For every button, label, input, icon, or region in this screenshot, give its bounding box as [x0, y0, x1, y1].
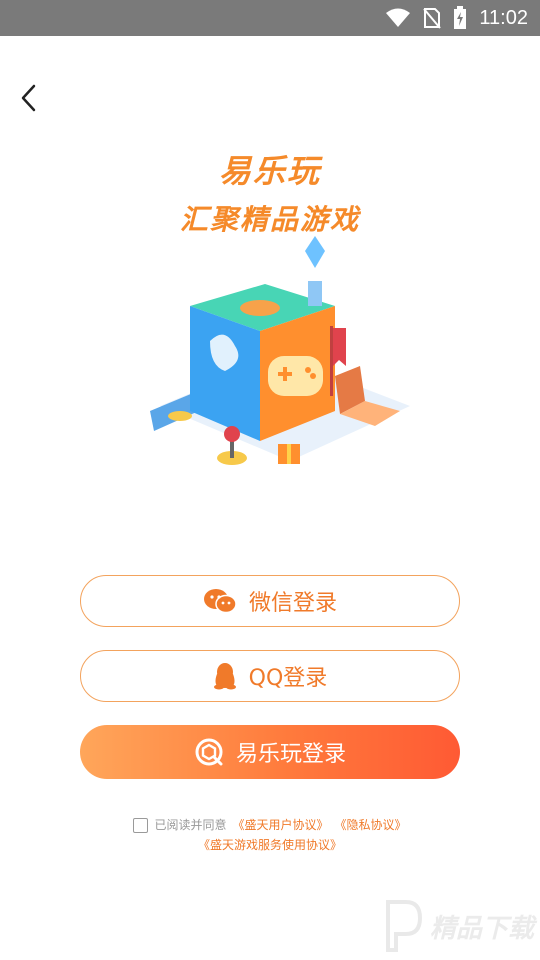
qq-penguin-icon	[213, 663, 236, 690]
hero-title: 易乐玩 汇聚精品游戏	[0, 146, 540, 238]
back-button[interactable]	[18, 82, 46, 114]
wifi-icon	[386, 8, 411, 27]
clock: 11:02	[479, 6, 528, 29]
privacy-agreement-link[interactable]: 《隐私协议》	[335, 815, 407, 835]
watermark: 精品下载	[380, 898, 534, 954]
watermark-logo-icon	[385, 900, 422, 952]
status-icons: 11:02	[385, 0, 528, 36]
watermark-text: 精品下载	[429, 913, 534, 944]
agreement-checkbox[interactable]	[133, 817, 149, 833]
battery-charging-icon	[454, 6, 467, 29]
agreement-section: 已阅读并同意 《盛天用户协议》 《隐私协议》 《盛天游戏服务使用协议》	[0, 815, 540, 855]
user-agreement-link[interactable]: 《盛天用户协议》	[232, 815, 328, 835]
qq-login-label: QQ登录	[248, 666, 328, 691]
agreement-prefix: 已阅读并同意	[154, 818, 227, 832]
wechat-login-button[interactable]: 微信登录	[80, 575, 460, 627]
wechat-icon	[203, 589, 237, 614]
service-agreement-link[interactable]: 《盛天游戏服务使用协议》	[198, 838, 342, 852]
wechat-login-label: 微信登录	[248, 591, 337, 616]
yilewan-logo-icon	[195, 738, 223, 766]
no-sim-icon	[423, 8, 442, 29]
yilewan-login-button[interactable]: 易乐玩登录	[80, 725, 460, 779]
qq-login-button[interactable]: QQ登录	[80, 650, 460, 702]
agreement-row: 已阅读并同意 《盛天用户协议》 《隐私协议》	[0, 815, 540, 835]
yilewan-login-label: 易乐玩登录	[235, 742, 346, 767]
status-bar: 11:02	[0, 0, 540, 36]
game-box-illustration	[150, 236, 410, 465]
brand-name: 易乐玩	[218, 152, 321, 190]
chevron-left-icon	[21, 84, 36, 112]
slogan: 汇聚精品游戏	[179, 203, 360, 236]
